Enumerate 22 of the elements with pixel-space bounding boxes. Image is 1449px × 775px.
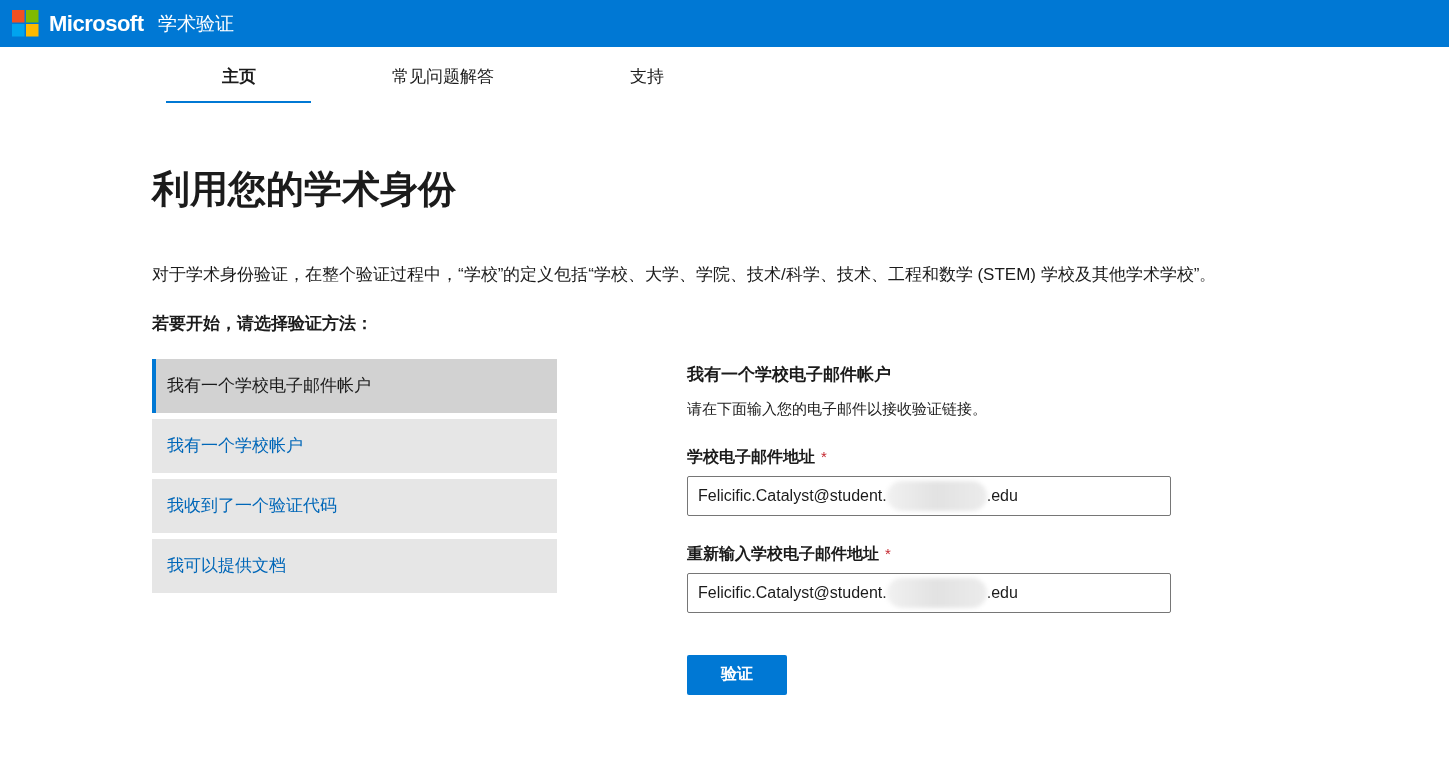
method-option[interactable]: 我有一个学校帐户 bbox=[152, 418, 557, 473]
verify-button[interactable]: 验证 bbox=[687, 654, 787, 695]
panel-title: 我有一个学校电子邮件帐户 bbox=[687, 363, 892, 386]
method-option[interactable]: 我可以提供文档 bbox=[152, 538, 557, 593]
field-label: 学校电子邮件地址 bbox=[687, 446, 815, 467]
method-option[interactable]: 我有一个学校电子邮件帐户 bbox=[152, 358, 557, 413]
field-label: 重新输入学校电子邮件地址 bbox=[687, 543, 879, 564]
email-field[interactable]: Felicific.Catalyst@student. .edu bbox=[687, 475, 1171, 516]
site-title: 学术验证 bbox=[157, 11, 234, 36]
nav-tab[interactable]: 主页 bbox=[166, 47, 311, 103]
method-option[interactable]: 我收到了一个验证代码 bbox=[152, 478, 557, 533]
instruction-text: 若要开始，请选择验证方法： bbox=[152, 312, 374, 335]
logo-icon bbox=[12, 10, 39, 37]
email-field[interactable]: Felicific.Catalyst@student. .edu bbox=[687, 572, 1171, 613]
brand-name: Microsoft bbox=[49, 10, 144, 37]
nav-tab[interactable]: 支持 bbox=[574, 47, 719, 103]
nav-tab[interactable]: 常见问题解答 bbox=[370, 47, 515, 103]
page-heading: 利用您的学术身份 bbox=[152, 167, 457, 212]
required-mark: * bbox=[885, 544, 891, 562]
panel-description: 请在下面输入您的电子邮件以接收验证链接。 bbox=[687, 399, 988, 419]
required-mark: * bbox=[821, 447, 827, 465]
intro-paragraph: 对于学术身份验证，在整个验证过程中，“学校”的定义包括“学校、大学、学院、技术/科学、技术、工程和数学 (STEM) 学校及其他学术学校”。 bbox=[152, 263, 1218, 286]
